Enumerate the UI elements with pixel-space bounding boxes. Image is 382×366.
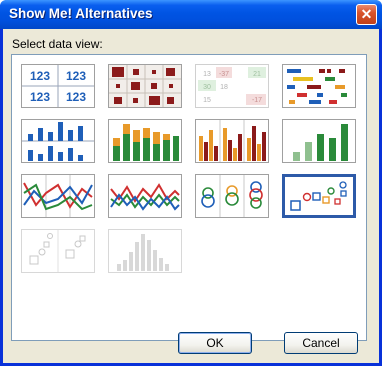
highlight-value-6: 15 bbox=[203, 97, 211, 104]
scatter-matrix-icon bbox=[22, 230, 94, 272]
title-bar[interactable]: Show Me! Alternatives ✕ bbox=[0, 0, 382, 29]
cancel-button[interactable]: Cancel bbox=[284, 332, 358, 354]
highlight-table-icon: 13 -37 21 30 18 15 -17 bbox=[196, 65, 268, 107]
close-icon: ✕ bbox=[360, 6, 373, 22]
close-button[interactable]: ✕ bbox=[356, 4, 377, 25]
highlight-value-5: 18 bbox=[220, 84, 228, 91]
text-table-icon: 123 123 123 123 bbox=[22, 65, 94, 107]
view-histogram bbox=[108, 229, 182, 273]
circle-view-icon bbox=[196, 175, 268, 217]
highlight-value-1: 13 bbox=[203, 71, 211, 78]
view-side-by-side-bars[interactable] bbox=[195, 119, 269, 163]
bars-single-icon bbox=[283, 120, 355, 162]
highlight-value-3: 21 bbox=[253, 71, 261, 78]
scatter-plot-icon bbox=[285, 177, 353, 215]
dialog-window: Show Me! Alternatives ✕ Select data view… bbox=[0, 0, 382, 366]
view-gallery: 123 123 123 123 13 -37 21 30 18 15 -17 bbox=[11, 54, 367, 341]
dialog-title: Show Me! Alternatives bbox=[9, 6, 153, 21]
dialog-body: Select data view: 123 123 123 123 13 -37… bbox=[3, 29, 379, 363]
side-by-side-bars-icon bbox=[196, 120, 268, 162]
stacked-bars-icon bbox=[109, 120, 181, 162]
ok-button[interactable]: OK bbox=[178, 332, 252, 354]
highlight-value-4: 30 bbox=[203, 84, 211, 91]
text-table-label-3: 123 bbox=[30, 90, 50, 104]
text-table-label-4: 123 bbox=[66, 90, 86, 104]
view-highlight-table: 13 -37 21 30 18 15 -17 bbox=[195, 64, 269, 108]
view-stacked-bars[interactable] bbox=[108, 119, 182, 163]
bars-panes-icon bbox=[22, 120, 94, 162]
histogram-icon bbox=[109, 230, 181, 272]
view-scatter-plot[interactable] bbox=[282, 174, 356, 218]
view-bars-single[interactable] bbox=[282, 119, 356, 163]
view-lines-discrete[interactable] bbox=[21, 174, 95, 218]
lines-continuous-icon bbox=[109, 175, 181, 217]
text-table-label-2: 123 bbox=[66, 69, 86, 83]
view-text-table[interactable]: 123 123 123 123 bbox=[21, 64, 95, 108]
view-scatter-matrix bbox=[21, 229, 95, 273]
view-bars-horizontal-panes[interactable] bbox=[21, 119, 95, 163]
view-circle-view[interactable] bbox=[195, 174, 269, 218]
highlight-value-7: -17 bbox=[252, 97, 262, 104]
highlight-value-2: -37 bbox=[219, 71, 229, 78]
gantt-icon bbox=[283, 65, 355, 107]
heat-map-icon bbox=[109, 65, 181, 107]
view-lines-continuous[interactable] bbox=[108, 174, 182, 218]
lines-discrete-icon bbox=[22, 175, 94, 217]
select-view-label: Select data view: bbox=[12, 37, 103, 51]
view-heat-map[interactable] bbox=[108, 64, 182, 108]
text-table-label-1: 123 bbox=[30, 69, 50, 83]
view-gantt[interactable] bbox=[282, 64, 356, 108]
